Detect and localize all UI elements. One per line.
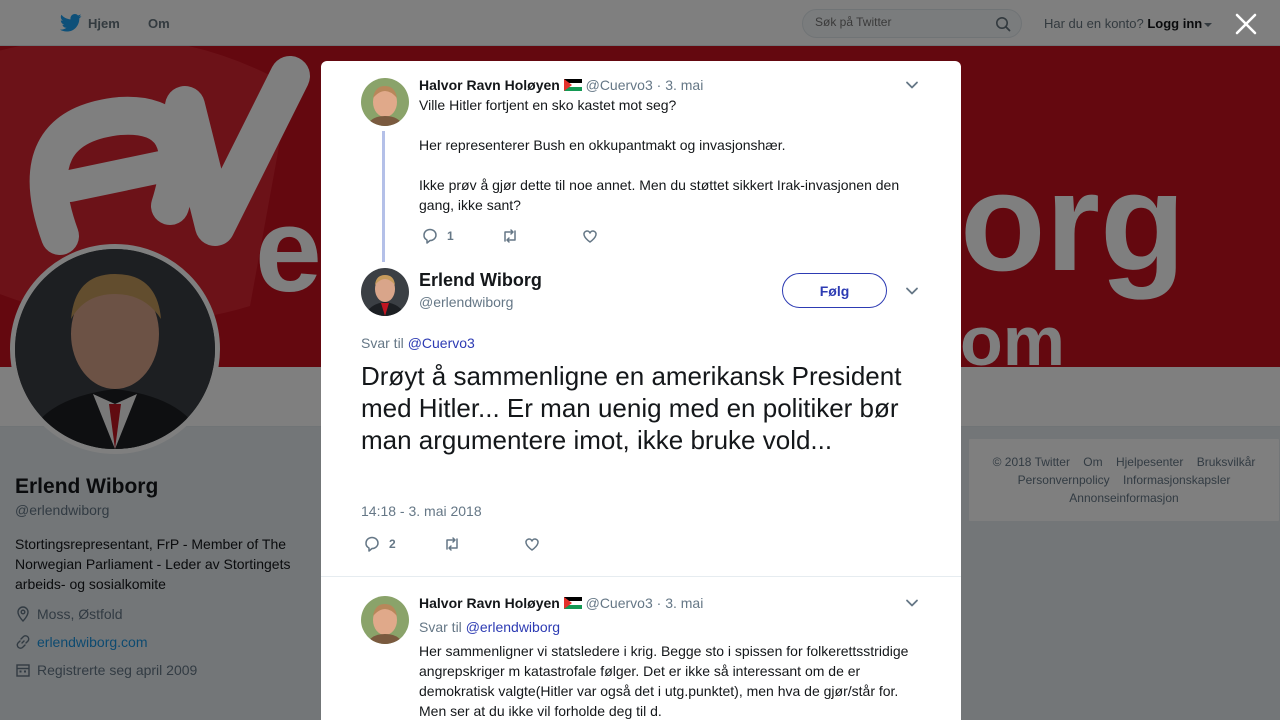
reply-tweet-date[interactable]: · 3. mai bbox=[657, 595, 704, 611]
parent-tweet-handle[interactable]: @Cuervo3 bbox=[586, 77, 653, 93]
chevron-down-icon[interactable] bbox=[905, 596, 919, 610]
thread-connector-line bbox=[382, 131, 385, 262]
parent-tweet-header: Halvor Ravn Holøyen @Cuervo3 · 3. mai bbox=[419, 77, 703, 93]
avatar-photo bbox=[361, 78, 409, 126]
parent-tweet-avatar[interactable] bbox=[361, 78, 409, 126]
tweet-modal: Halvor Ravn Holøyen @Cuervo3 · 3. mai Vi… bbox=[321, 61, 961, 720]
follow-button[interactable]: Følg bbox=[782, 273, 887, 308]
main-tweet-fullname[interactable]: Erlend Wiborg bbox=[419, 270, 542, 291]
reply-count: 1 bbox=[447, 229, 454, 243]
close-icon[interactable] bbox=[1234, 12, 1258, 36]
retweet-button[interactable] bbox=[501, 227, 581, 245]
reply-prefix: Svar til bbox=[361, 335, 404, 351]
main-tweet-handle[interactable]: @erlendwiborg bbox=[419, 294, 513, 310]
reply-tweet-reply-context: Svar til @erlendwiborg bbox=[419, 619, 560, 635]
parent-tweet-actions: 1 bbox=[421, 227, 661, 245]
main-tweet-avatar[interactable] bbox=[361, 268, 409, 316]
reply-icon bbox=[365, 536, 379, 552]
chevron-down-icon[interactable] bbox=[905, 78, 919, 92]
reply-tweet-handle[interactable]: @Cuervo3 bbox=[586, 595, 653, 611]
reply-tweet-avatar[interactable] bbox=[361, 596, 409, 644]
parent-tweet-paragraph: Ville Hitler fortjent en sko kastet mot … bbox=[419, 97, 677, 113]
reply-tweet-fullname[interactable]: Halvor Ravn Holøyen bbox=[419, 595, 560, 611]
parent-tweet-fullname[interactable]: Halvor Ravn Holøyen bbox=[419, 77, 560, 93]
parent-tweet-date[interactable]: · 3. mai bbox=[657, 77, 704, 93]
parent-tweet-paragraph: Her representerer Bush en okkupantmakt o… bbox=[419, 137, 786, 153]
palestine-flag-icon bbox=[563, 79, 582, 91]
main-tweet-actions: 2 bbox=[363, 535, 603, 553]
reply-to-link[interactable]: @erlendwiborg bbox=[466, 619, 560, 635]
parent-tweet-paragraph: Ikke prøv å gjør dette til noe annet. Me… bbox=[419, 177, 900, 213]
parent-tweet-text: Ville Hitler fortjent en sko kastet mot … bbox=[419, 95, 919, 215]
reply-prefix: Svar til bbox=[419, 619, 462, 635]
reply-tweet-header: Halvor Ravn Holøyen @Cuervo3 · 3. mai bbox=[419, 595, 703, 611]
like-button[interactable] bbox=[581, 227, 661, 245]
retweet-icon bbox=[504, 229, 516, 243]
main-tweet-timestamp[interactable]: 14:18 - 3. mai 2018 bbox=[361, 503, 482, 519]
main-tweet-text: Drøyt å sammenligne en amerikansk Presid… bbox=[361, 361, 902, 455]
reply-icon bbox=[423, 228, 437, 244]
reply-to-link[interactable]: @Cuervo3 bbox=[408, 335, 475, 351]
main-tweet-reply-context: Svar til @Cuervo3 bbox=[361, 335, 475, 351]
reply-tweet-text: Her sammenligner vi statsledere i krig. … bbox=[419, 643, 909, 719]
reply-button[interactable]: 2 bbox=[363, 535, 443, 553]
reply-button[interactable]: 1 bbox=[421, 227, 501, 245]
retweet-button[interactable] bbox=[443, 535, 523, 553]
heart-icon bbox=[525, 538, 539, 551]
chevron-down-icon[interactable] bbox=[905, 284, 919, 298]
like-button[interactable] bbox=[523, 535, 603, 553]
retweet-icon bbox=[446, 537, 458, 551]
avatar-photo bbox=[361, 268, 409, 316]
palestine-flag-icon bbox=[563, 597, 582, 609]
heart-icon bbox=[583, 230, 597, 243]
reply-divider bbox=[321, 576, 961, 577]
reply-count: 2 bbox=[389, 537, 396, 551]
avatar-photo bbox=[361, 596, 409, 644]
